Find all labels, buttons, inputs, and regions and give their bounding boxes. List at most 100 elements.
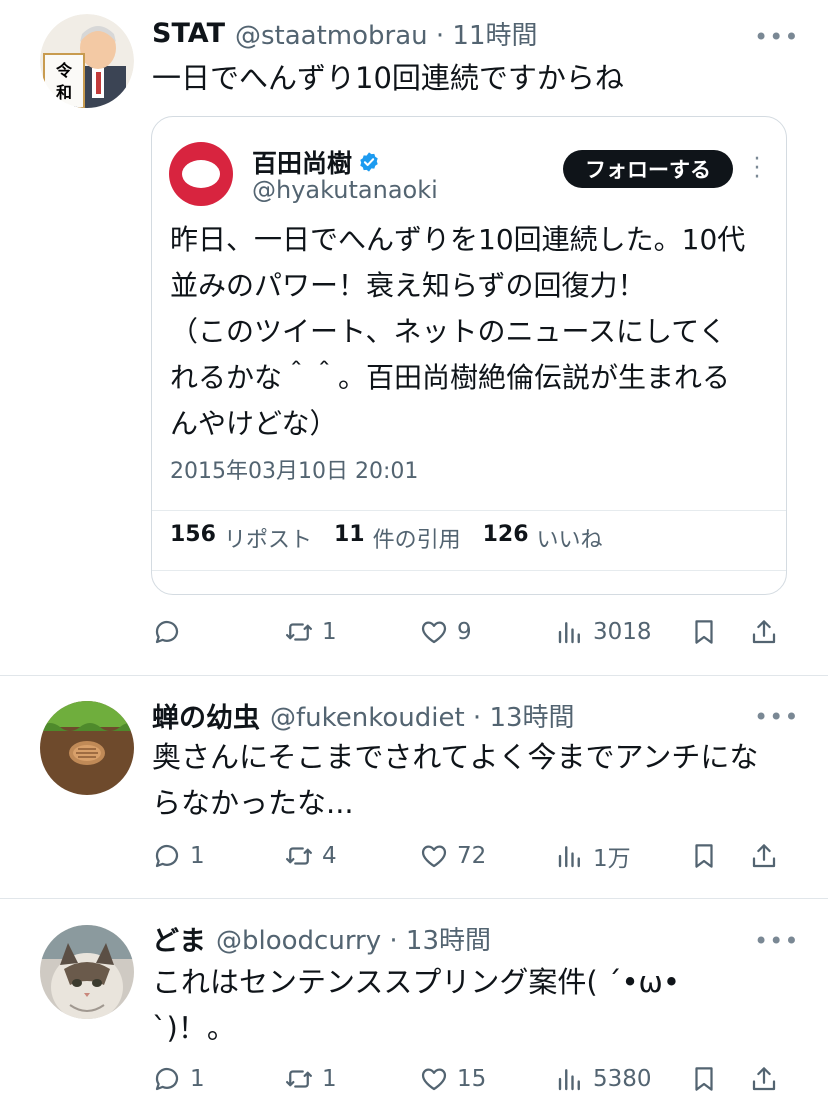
likes-stat[interactable]: 126 いいね: [483, 522, 603, 554]
quotes-count: 11: [333, 522, 365, 547]
tweet-text: 奥さんにそこまでされてよく今までアンチにな らなかったな...: [152, 734, 758, 826]
retweet-icon: [286, 847, 312, 865]
svg-text:令: 令: [55, 61, 73, 80]
quoted-tweet-text: 昨日、一日でへんずりを10回連続した。10代 並みのパワー！衰え知らずの回復力！…: [170, 217, 745, 447]
share-button[interactable]: [749, 612, 779, 652]
views-button[interactable]: 5380: [555, 1059, 652, 1099]
quoted-text-line: れるかな＾＾。百田尚樹絶倫伝説が生まれる: [170, 361, 731, 394]
reply-button[interactable]: [152, 612, 190, 652]
follow-button[interactable]: フォローする: [563, 150, 733, 188]
display-name[interactable]: STAT: [152, 18, 225, 49]
tweet-actions: 1 9 3018: [152, 612, 792, 652]
quoted-handle[interactable]: @hyakutanaoki: [252, 176, 438, 204]
views-icon: [558, 622, 580, 644]
like-icon: [421, 1068, 447, 1091]
retweet-button[interactable]: 1: [284, 612, 337, 652]
bookmark-icon: [695, 620, 713, 644]
display-name[interactable]: どま: [152, 919, 206, 958]
quotes-stat[interactable]: 11 件の引用: [334, 522, 461, 554]
views-count: 5380: [593, 1066, 652, 1092]
bookmark-button[interactable]: [689, 1059, 719, 1099]
avatar[interactable]: 令 和: [40, 14, 134, 108]
retweet-icon: [286, 1070, 312, 1088]
tweet-text: 一日でへんずり10回連続ですからね: [152, 55, 624, 101]
share-button[interactable]: [749, 1059, 779, 1099]
likes-count: 126: [482, 522, 529, 547]
retweet-count: 4: [322, 843, 337, 869]
more-icon[interactable]: •••: [754, 23, 798, 51]
share-icon: [752, 620, 776, 644]
reply-button[interactable]: 1: [152, 836, 205, 876]
quoted-tweet-card[interactable]: 百田尚樹 @hyakutanaoki フォローする · · · 昨日、一日でへんずり…: [151, 116, 787, 595]
views-icon: [558, 1069, 580, 1091]
like-count: 9: [457, 619, 472, 645]
quotes-label: 件の引用: [372, 528, 461, 553]
views-icon: [558, 846, 580, 868]
like-icon: [421, 621, 447, 644]
verified-badge-icon: [360, 152, 378, 172]
reply-count: 1: [190, 1066, 205, 1092]
views-button[interactable]: 1万: [555, 836, 631, 876]
views-count: 1万: [593, 846, 631, 872]
reposts-stat[interactable]: 156 リポスト: [170, 522, 312, 554]
display-name[interactable]: 蝉の幼虫: [152, 696, 260, 735]
share-button[interactable]: [749, 836, 779, 876]
tweet-header: 蝉の幼虫 @fukenkoudiet · 13時間: [152, 696, 575, 735]
like-button[interactable]: 72: [419, 836, 486, 876]
reply-count: 1: [190, 843, 205, 869]
avatar[interactable]: [40, 925, 134, 1019]
tweet[interactable]: どま @bloodcurry · 13時間 ••• これはセンテンススプリング案…: [0, 899, 828, 1113]
tweet-actions: 1 1 15 5380: [152, 1059, 792, 1099]
handle-and-time[interactable]: @fukenkoudiet · 13時間: [270, 697, 575, 734]
likes-label: いいね: [536, 528, 603, 553]
quoted-text-line: 並みのパワー！衰え知らずの回復力！: [170, 269, 646, 302]
avatar[interactable]: [169, 142, 233, 206]
bookmark-button[interactable]: [689, 836, 719, 876]
divider: [152, 570, 786, 571]
quoted-timestamp[interactable]: 2015年03月10日 20:01: [170, 453, 418, 485]
handle-and-time[interactable]: @staatmobrau · 11時間: [235, 15, 538, 52]
like-count: 72: [457, 843, 487, 869]
views-button[interactable]: 3018: [555, 612, 652, 652]
tweet[interactable]: 令 和 STAT @staatmobrau · 11時間 ••• 一日でへんずり…: [0, 0, 828, 675]
tweet-header: STAT @staatmobrau · 11時間: [152, 15, 538, 51]
handle-and-time[interactable]: @bloodcurry · 13時間: [216, 920, 491, 957]
quoted-text-line: （このツイート、ネットのニュースにしてく: [170, 315, 727, 348]
reply-button[interactable]: 1: [152, 1059, 205, 1099]
tweet-actions: 1 4 72 1万: [152, 836, 792, 876]
retweet-button[interactable]: 4: [284, 836, 337, 876]
svg-text:和: 和: [56, 83, 72, 102]
like-icon: [421, 845, 447, 868]
tweet-text-line: 一日でへんずり10回連続ですからね: [152, 61, 624, 95]
share-icon: [752, 844, 776, 868]
retweet-count: 1: [322, 1066, 337, 1092]
tweet-text: これはセンテンススプリング案件( ´•ω• `)！。: [152, 959, 680, 1051]
like-count: 15: [457, 1066, 487, 1092]
more-icon[interactable]: •••: [754, 703, 798, 731]
reposts-label: リポスト: [223, 528, 312, 553]
more-icon[interactable]: · · ·: [750, 149, 764, 189]
retweet-icon: [286, 623, 312, 641]
reply-icon: [155, 844, 179, 868]
tweet-text-line: `)！。: [152, 1011, 236, 1045]
retweet-button[interactable]: 1: [284, 1059, 337, 1099]
quoted-display-name[interactable]: 百田尚樹: [252, 144, 380, 180]
reposts-count: 156: [170, 522, 216, 547]
more-icon[interactable]: •••: [754, 927, 798, 955]
reply-icon: [155, 1067, 179, 1091]
avatar[interactable]: [40, 701, 134, 795]
like-button[interactable]: 15: [419, 1059, 486, 1099]
tweet-header: どま @bloodcurry · 13時間: [152, 919, 491, 958]
tweet-text-line: これはセンテンススプリング案件( ´•ω•: [152, 965, 680, 999]
tweet-text-line: らなかったな...: [152, 786, 354, 820]
tweet[interactable]: 蝉の幼虫 @fukenkoudiet · 13時間 ••• 奥さんにそこまでされ…: [0, 676, 828, 898]
views-count: 3018: [593, 619, 652, 645]
quoted-text-line: んやけどな）: [170, 407, 338, 440]
bookmark-button[interactable]: [689, 612, 719, 652]
share-icon: [752, 1067, 776, 1091]
bookmark-icon: [695, 844, 713, 868]
retweet-count: 1: [322, 619, 337, 645]
like-button[interactable]: 9: [419, 612, 472, 652]
quoted-name-text: 百田尚樹: [252, 149, 353, 178]
bookmark-icon: [695, 1067, 713, 1091]
